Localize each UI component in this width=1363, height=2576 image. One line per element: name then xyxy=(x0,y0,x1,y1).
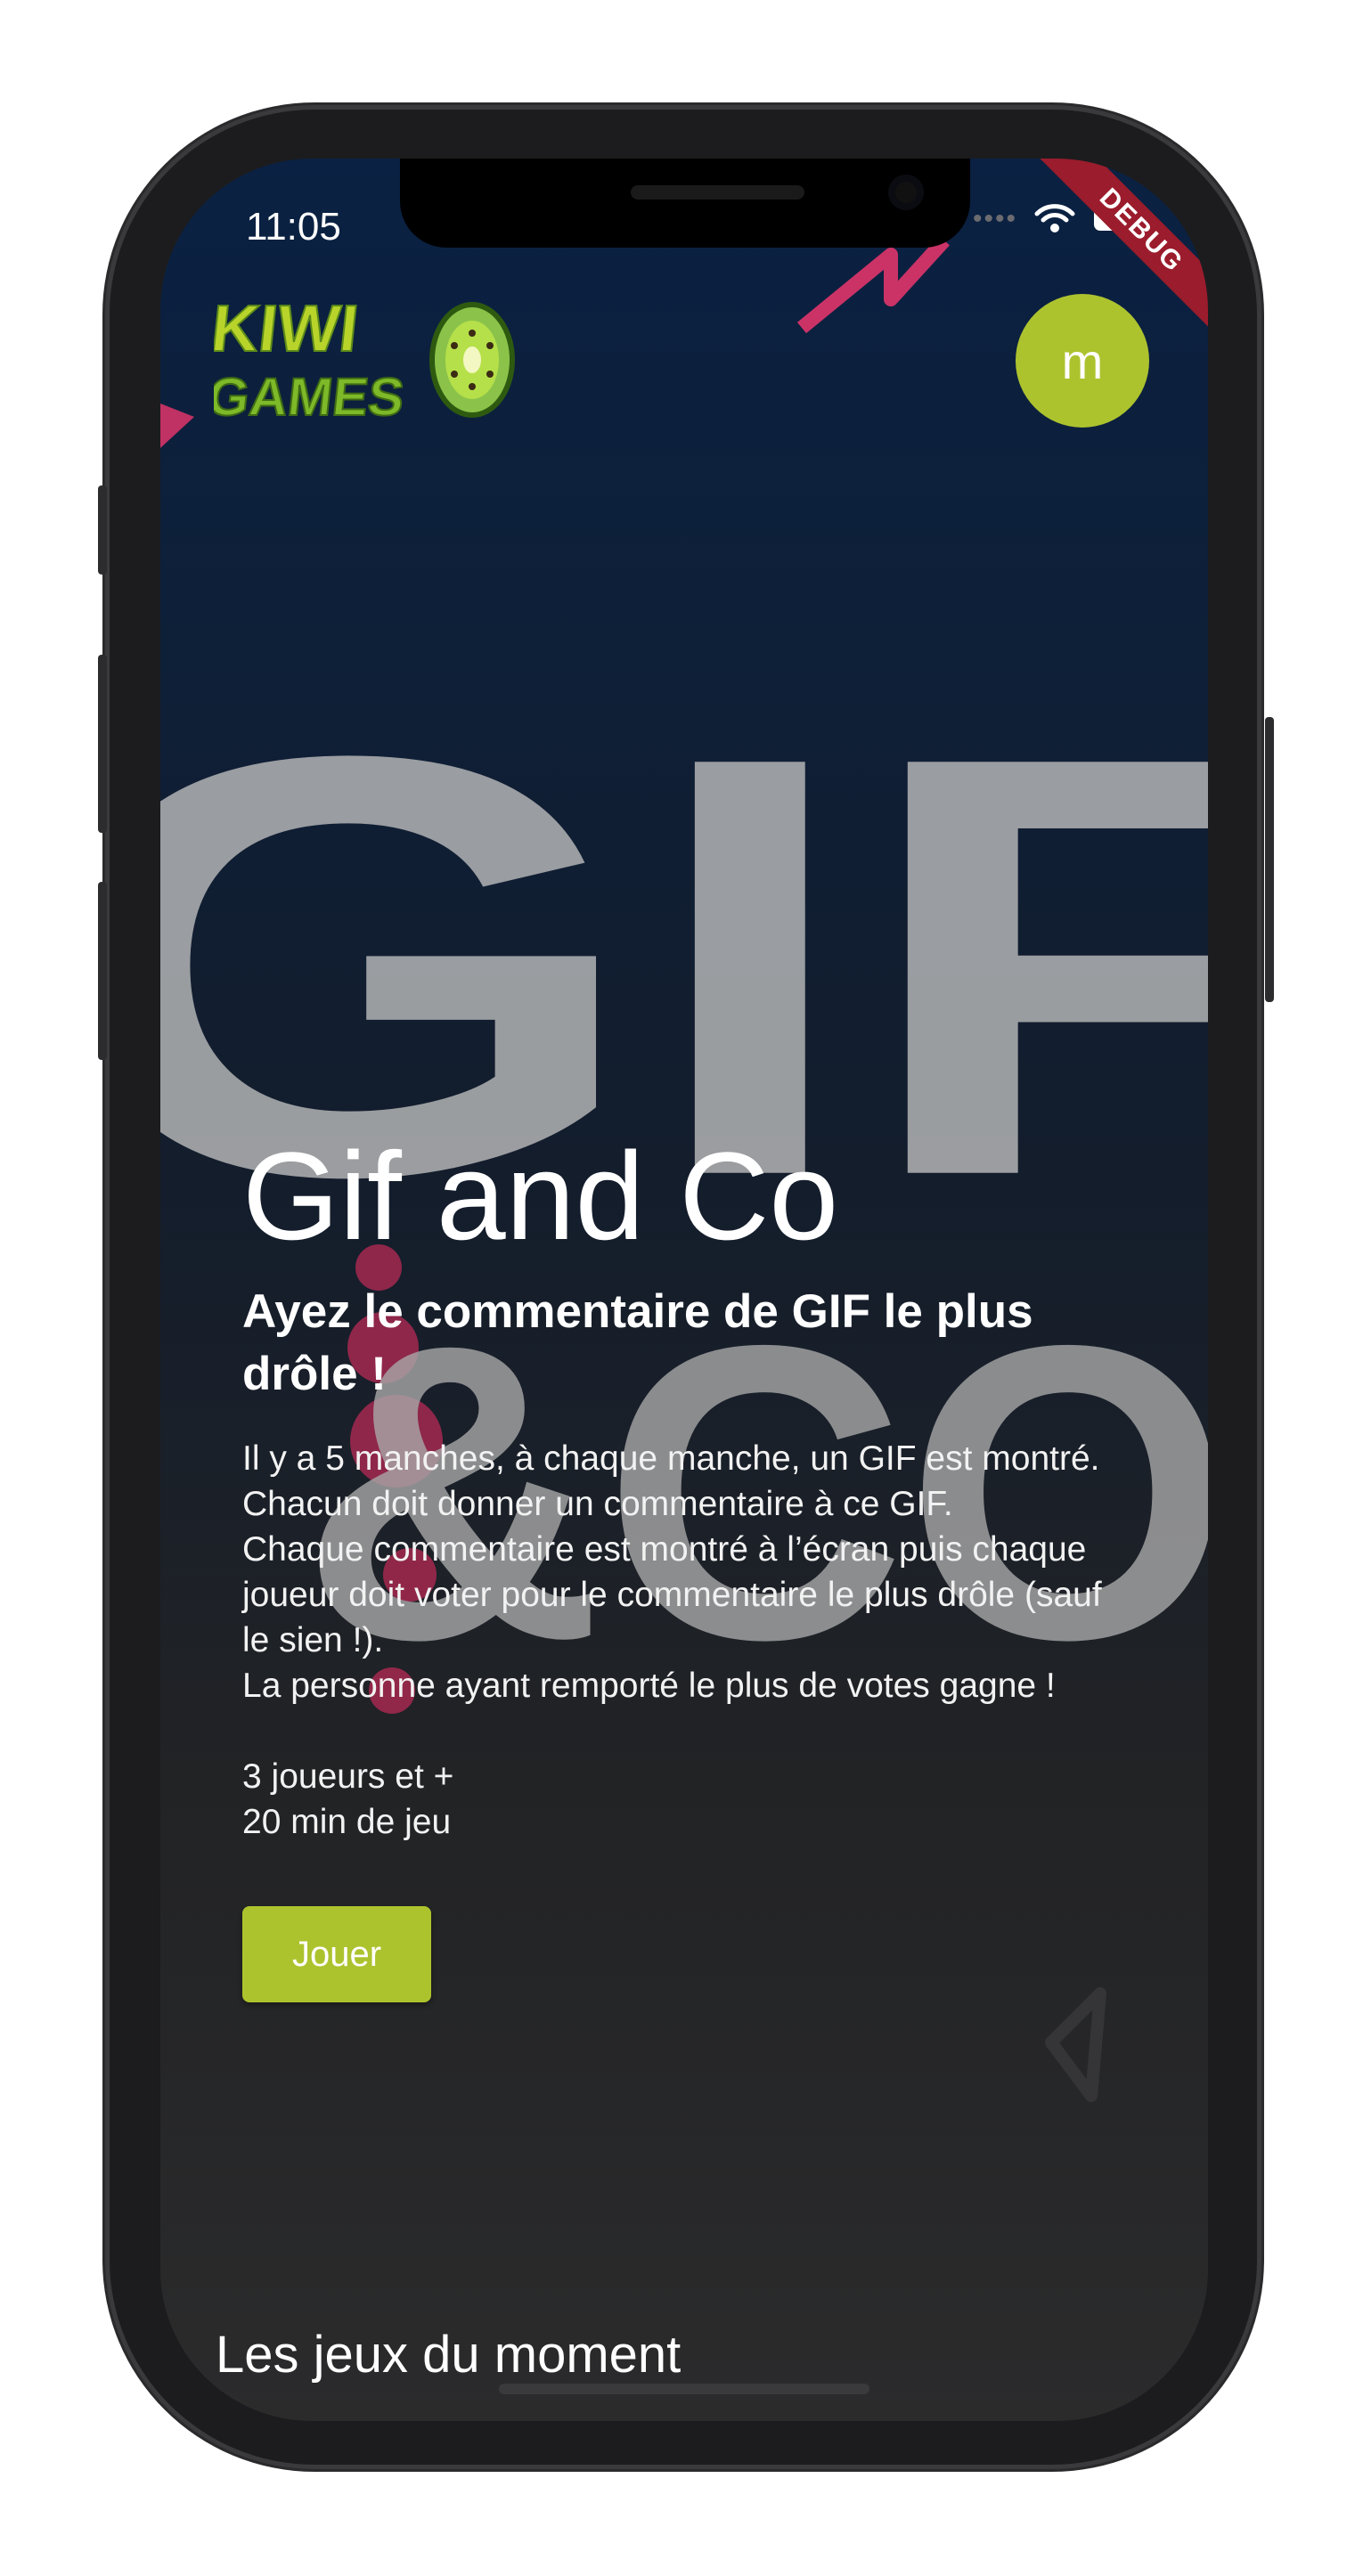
logo-text-games: GAMES xyxy=(214,367,407,424)
kiwi-games-logo[interactable]: KIWI GAMES xyxy=(204,290,517,428)
app-screen: GIF &CO 11:05 •••• DEBUG KIWI GAMES xyxy=(160,159,1208,2421)
volume-up-button xyxy=(98,655,107,833)
power-button xyxy=(1265,717,1274,1002)
play-button[interactable]: Jouer xyxy=(242,1906,431,2002)
home-indicator[interactable] xyxy=(499,2384,869,2394)
game-title: Gif and Co xyxy=(242,1126,839,1266)
earpiece-speaker xyxy=(631,185,804,200)
trending-games-heading: Les jeux du moment xyxy=(216,2326,682,2384)
logo-text-kiwi: KIWI xyxy=(214,291,362,365)
volume-down-button xyxy=(98,882,107,1060)
game-description: Il y a 5 manches, à chaque manche, un GI… xyxy=(242,1439,1102,1841)
game-subtitle: Ayez le commentaire de GIF le plus drôle… xyxy=(242,1285,1033,1400)
kiwi-icon xyxy=(429,302,515,418)
user-avatar[interactable]: m xyxy=(1016,294,1149,428)
game-hero: Gif and Co Ayez le commentaire de GIF le… xyxy=(242,1121,1133,1845)
mute-switch xyxy=(98,485,107,575)
decor-triangle-outline xyxy=(1045,1987,1106,2102)
decor-triangle-pink xyxy=(160,404,194,448)
signal-icon: •••• xyxy=(972,204,1017,233)
wifi-icon xyxy=(1034,204,1075,232)
front-camera xyxy=(888,175,924,210)
notch xyxy=(400,159,970,248)
decor-zigzag xyxy=(796,235,950,334)
status-time: 11:05 xyxy=(246,205,341,249)
